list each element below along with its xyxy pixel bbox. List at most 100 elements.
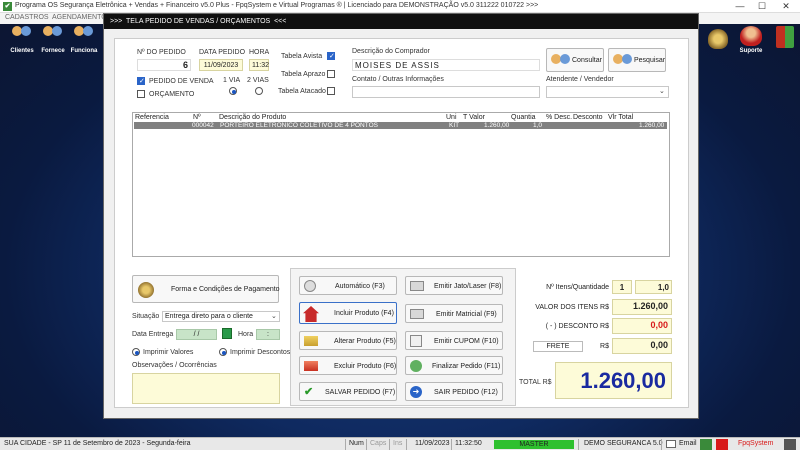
row-total: 1.260,00 xyxy=(639,122,665,129)
salvar-pedido-button[interactable]: ✔ SALVAR PEDIDO (F7) xyxy=(299,382,397,401)
pedido-venda-label: PEDIDO DE VENDA xyxy=(149,78,214,85)
col-descricao: Descrição do Produto xyxy=(219,114,287,121)
pedido-venda-checkbox[interactable] xyxy=(137,77,145,85)
desconto-value[interactable]: 0,00 xyxy=(612,318,672,334)
edit-icon xyxy=(304,336,318,346)
situacao-select[interactable]: Entrega direto para o cliente xyxy=(162,311,280,322)
status-extra-icon[interactable] xyxy=(784,439,796,450)
imprimir-valores-radio[interactable] xyxy=(132,348,140,356)
imprimir-descontos-label: Imprimir Descontos xyxy=(230,349,291,356)
emitir-jato-button[interactable]: Emitir Jato/Laser (F8) xyxy=(405,276,503,295)
via2-label: 2 VIAS xyxy=(247,77,269,84)
exit-icon xyxy=(776,26,794,48)
sair-pedido-button[interactable]: ➜ SAIR PEDIDO (F12) xyxy=(405,382,503,401)
finalize-icon xyxy=(410,360,422,372)
status-bar: SUA CIDADE - SP 11 de Setembro de 2023 -… xyxy=(0,437,800,450)
chevron-down-icon[interactable]: ⌄ xyxy=(659,86,665,98)
brand-logo-icon xyxy=(716,439,728,450)
total-label: TOTAL R$ xyxy=(519,379,552,386)
maximize-button[interactable]: ☐ xyxy=(752,1,772,12)
toolbar-funcionarios-label: Funciona xyxy=(70,48,98,54)
status-email[interactable]: Email xyxy=(679,440,697,447)
contato-label: Contato / Outras Informações xyxy=(352,76,444,83)
clientes-icon xyxy=(11,26,33,46)
imprimir-valores-label: Imprimir Valores xyxy=(143,349,194,356)
frete-value[interactable]: 0,00 xyxy=(612,338,672,354)
data-pedido-label: DATA PEDIDO xyxy=(199,49,246,56)
consultar-button[interactable]: Consultar xyxy=(546,48,604,72)
close-window-button[interactable]: ✕ xyxy=(776,1,796,12)
data-entrega-field[interactable]: / / xyxy=(176,329,217,340)
incluir-produto-button[interactable]: Incluir Produto (F4) xyxy=(299,302,397,324)
consultar-icon xyxy=(550,54,570,66)
check-icon: ✔ xyxy=(304,386,314,398)
automatico-button[interactable]: Automático (F3) xyxy=(299,276,397,295)
via1-radio[interactable] xyxy=(229,87,237,95)
matrix-printer-icon xyxy=(410,309,424,319)
comprador-field[interactable]: MOISES DE ASSIS xyxy=(352,59,540,71)
toolbar-fornecedores-button[interactable]: Fornece xyxy=(38,25,68,61)
observacoes-field[interactable] xyxy=(132,373,280,404)
calendar-icon[interactable] xyxy=(222,328,232,339)
toolbar-clientes-button[interactable]: Clientes xyxy=(7,25,37,61)
alterar-produto-button[interactable]: Alterar Produto (F5) xyxy=(299,331,397,350)
forma-pagamento-button[interactable]: Forma e Condições de Pagamento xyxy=(132,275,280,303)
atendente-select[interactable] xyxy=(546,86,669,98)
table-row[interactable]: 000042 PORTEIRO ELETRÔNICO COLETIVO DE 4… xyxy=(134,122,667,129)
coin-icon xyxy=(708,29,728,49)
situacao-chevron-icon[interactable]: ⌄ xyxy=(271,311,277,322)
observacoes-label: Observações / Ocorrências xyxy=(132,362,217,369)
pesquisar-button[interactable]: Pesquisar xyxy=(608,48,666,72)
comprador-label: Descrição do Comprador xyxy=(352,48,430,55)
gear-icon xyxy=(304,280,316,292)
numero-pedido-label: Nº DO PEDIDO xyxy=(137,49,186,56)
row-uni: KIT xyxy=(449,122,460,129)
imprimir-descontos-radio[interactable] xyxy=(219,348,227,356)
atendente-label: Atendente / Vendedor xyxy=(546,76,614,83)
toolbar-financeiro-button[interactable] xyxy=(703,25,733,61)
status-brand[interactable]: FpqSystem xyxy=(738,440,773,447)
sair-pedido-label: SAIR PEDIDO (F12) xyxy=(434,389,498,396)
frete-currency: R$ xyxy=(600,343,609,350)
status-hora: 11:32:50 xyxy=(455,440,482,447)
emitir-cupom-button[interactable]: Emitir CUPOM (F10) xyxy=(405,331,503,350)
status-cidade: SUA CIDADE - SP 11 de Setembro de 2023 -… xyxy=(4,440,191,447)
tabela-atacado-checkbox[interactable] xyxy=(327,87,335,95)
status-num: Num xyxy=(349,440,364,447)
hora-entrega-field[interactable]: : xyxy=(256,329,280,340)
emitir-matricial-button[interactable]: Emitir Matricial (F9) xyxy=(405,304,503,323)
hora-label: HORA xyxy=(249,49,270,56)
tabela-avista-checkbox[interactable] xyxy=(327,52,335,60)
dialog-body: Nº DO PEDIDO 6 DATA PEDIDO 11/09/2023 HO… xyxy=(114,38,689,408)
whatsapp-icon[interactable] xyxy=(700,439,712,450)
data-entrega-label: Data Entrega xyxy=(132,331,174,338)
toolbar-exit-button[interactable] xyxy=(770,25,800,61)
toolbar-suporte-button[interactable]: Suporte xyxy=(736,25,766,61)
toolbar-suporte-label: Suporte xyxy=(739,48,763,54)
window-titlebar: ✔ Programa OS Segurança Eletrônica + Ven… xyxy=(0,0,800,13)
email-icon xyxy=(666,440,676,448)
hora-field[interactable]: 11:32 xyxy=(249,59,269,71)
toolbar-funcionarios-button[interactable]: Funciona xyxy=(69,25,99,61)
situacao-label: Situação xyxy=(132,313,160,320)
minimize-button[interactable]: — xyxy=(730,1,750,12)
excluir-produto-button[interactable]: Excluir Produto (F6) xyxy=(299,356,397,375)
toolbar-clientes-label: Clientes xyxy=(10,48,34,54)
orcamento-checkbox[interactable] xyxy=(137,90,145,98)
tabela-aprazo-checkbox[interactable] xyxy=(327,70,335,78)
via2-radio[interactable] xyxy=(255,87,263,95)
tabela-aprazo-label: Tabela Aprazo xyxy=(281,71,326,78)
suporte-icon xyxy=(740,26,762,46)
data-pedido-field[interactable]: 11/09/2023 xyxy=(199,59,243,71)
menu-cadastros[interactable]: CADASTROS xyxy=(5,14,49,21)
contato-field[interactable] xyxy=(352,86,540,98)
itens-label: Nº Itens/Quantidade xyxy=(546,284,609,291)
exit-arrow-icon: ➜ xyxy=(410,386,422,398)
tabela-avista-label: Tabela Avista xyxy=(281,53,323,60)
delete-icon xyxy=(304,361,318,371)
house-icon xyxy=(303,306,319,322)
finalizar-pedido-button[interactable]: Finalizar Pedido (F11) xyxy=(405,356,503,375)
hora-entrega-label: Hora xyxy=(238,331,254,338)
menu-agendamento[interactable]: AGENDAMENTO xyxy=(52,14,107,21)
col-uni: Uni xyxy=(446,114,457,121)
